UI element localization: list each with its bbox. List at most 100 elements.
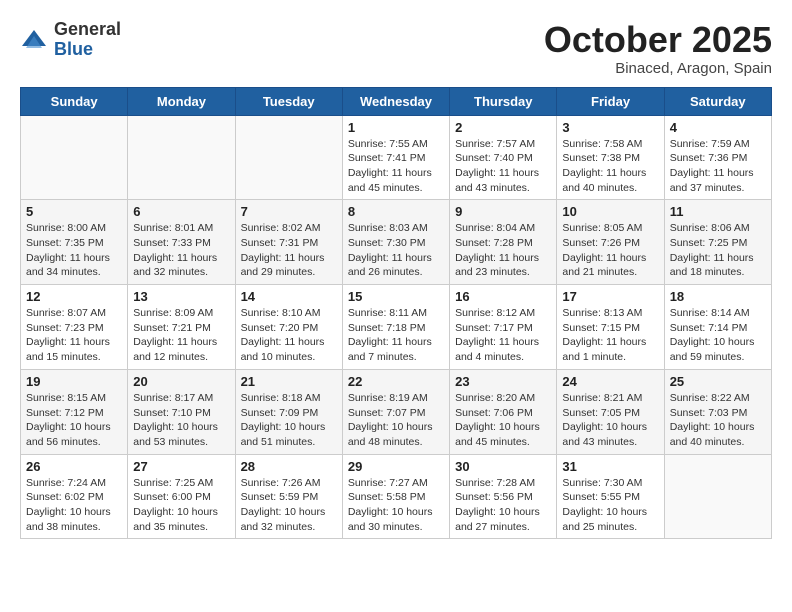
logo: General Blue (20, 20, 121, 60)
calendar-cell: 13Sunrise: 8:09 AM Sunset: 7:21 PM Dayli… (128, 285, 235, 370)
day-number: 14 (241, 289, 337, 304)
page-header: General Blue October 2025 Binaced, Arago… (20, 20, 772, 77)
day-number: 17 (562, 289, 658, 304)
day-info: Sunrise: 7:24 AM Sunset: 6:02 PM Dayligh… (26, 476, 122, 535)
day-number: 22 (348, 374, 444, 389)
calendar-cell: 22 Sunrise: 8:19 AM Sunset: 7:07 PM Dayli… (342, 369, 449, 454)
day-number: 25 (670, 374, 766, 389)
calendar-cell: 14 Sunrise: 8:10 AM Sunset: 7:20 PM Dayli… (235, 285, 342, 370)
day-info: Sunrise: 7:30 AM Sunset: 5:55 PM Dayligh… (562, 476, 658, 535)
calendar-cell: 18Sunrise: 8:14 AM Sunset: 7:14 PM Dayli… (664, 285, 771, 370)
day-number: 21 (241, 374, 337, 389)
weekday-header: Wednesday (342, 87, 449, 115)
calendar-cell: 15 Sunrise: 8:11 AM Sunset: 7:18 PM Dayli… (342, 285, 449, 370)
calendar-cell: 28 Sunrise: 7:26 AM Sunset: 5:59 PM Dayli… (235, 454, 342, 539)
day-number: 10 (562, 204, 658, 219)
day-number: 26 (26, 459, 122, 474)
location: Binaced, Aragon, Spain (544, 60, 772, 77)
month-title: October 2025 (544, 20, 772, 60)
day-number: 20 (133, 374, 229, 389)
weekday-header: Friday (557, 87, 664, 115)
day-info: Sunrise: 7:28 AM Sunset: 5:56 PM Dayligh… (455, 476, 551, 535)
calendar-cell: 9 Sunrise: 8:04 AM Sunset: 7:28 PM Daylig… (450, 200, 557, 285)
day-number: 9 (455, 204, 551, 219)
calendar-cell: 7 Sunrise: 8:02 AM Sunset: 7:31 PM Daylig… (235, 200, 342, 285)
calendar-cell: 2Sunrise: 7:57 AM Sunset: 7:40 PM Daylig… (450, 115, 557, 200)
calendar-cell: 20 Sunrise: 8:17 AM Sunset: 7:10 PM Dayli… (128, 369, 235, 454)
calendar-week-row: 19Sunrise: 8:15 AM Sunset: 7:12 PM Dayli… (21, 369, 772, 454)
day-info: Sunrise: 8:19 AM Sunset: 7:07 PM Dayligh… (348, 391, 444, 450)
calendar-cell: 16Sunrise: 8:12 AM Sunset: 7:17 PM Dayli… (450, 285, 557, 370)
day-info: Sunrise: 8:15 AM Sunset: 7:12 PM Dayligh… (26, 391, 122, 450)
calendar-cell: 10 Sunrise: 8:05 AM Sunset: 7:26 PM Dayli… (557, 200, 664, 285)
calendar-cell: 8 Sunrise: 8:03 AM Sunset: 7:30 PM Daylig… (342, 200, 449, 285)
calendar-cell: 11Sunrise: 8:06 AM Sunset: 7:25 PM Dayli… (664, 200, 771, 285)
calendar-cell: 3Sunrise: 7:58 AM Sunset: 7:38 PM Daylig… (557, 115, 664, 200)
weekday-header: Sunday (21, 87, 128, 115)
day-number: 28 (241, 459, 337, 474)
weekday-header: Monday (128, 87, 235, 115)
calendar-cell: 1Sunrise: 7:55 AM Sunset: 7:41 PM Daylig… (342, 115, 449, 200)
calendar-cell: 23 Sunrise: 8:20 AM Sunset: 7:06 PM Dayli… (450, 369, 557, 454)
day-number: 18 (670, 289, 766, 304)
day-info: Sunrise: 8:05 AM Sunset: 7:26 PM Dayligh… (562, 221, 658, 280)
day-info: Sunrise: 8:00 AM Sunset: 7:35 PM Dayligh… (26, 221, 122, 280)
day-number: 16 (455, 289, 551, 304)
calendar-cell: 19Sunrise: 8:15 AM Sunset: 7:12 PM Dayli… (21, 369, 128, 454)
weekday-header-row: SundayMondayTuesdayWednesdayThursdayFrid… (21, 87, 772, 115)
weekday-header: Tuesday (235, 87, 342, 115)
day-info: Sunrise: 7:25 AM Sunset: 6:00 PM Dayligh… (133, 476, 229, 535)
day-info: Sunrise: 8:03 AM Sunset: 7:30 PM Dayligh… (348, 221, 444, 280)
day-number: 6 (133, 204, 229, 219)
calendar-cell (128, 115, 235, 200)
calendar-cell: 31Sunrise: 7:30 AM Sunset: 5:55 PM Dayli… (557, 454, 664, 539)
calendar-week-row: 12 Sunrise: 8:07 AM Sunset: 7:23 PM Dayli… (21, 285, 772, 370)
day-info: Sunrise: 7:55 AM Sunset: 7:41 PM Dayligh… (348, 137, 444, 196)
calendar-cell: 6 Sunrise: 8:01 AM Sunset: 7:33 PM Daylig… (128, 200, 235, 285)
day-info: Sunrise: 7:26 AM Sunset: 5:59 PM Dayligh… (241, 476, 337, 535)
calendar-cell: 5Sunrise: 8:00 AM Sunset: 7:35 PM Daylig… (21, 200, 128, 285)
day-info: Sunrise: 8:22 AM Sunset: 7:03 PM Dayligh… (670, 391, 766, 450)
day-number: 30 (455, 459, 551, 474)
day-info: Sunrise: 8:17 AM Sunset: 7:10 PM Dayligh… (133, 391, 229, 450)
calendar-cell: 27 Sunrise: 7:25 AM Sunset: 6:00 PM Dayli… (128, 454, 235, 539)
day-number: 8 (348, 204, 444, 219)
day-info: Sunrise: 8:04 AM Sunset: 7:28 PM Dayligh… (455, 221, 551, 280)
day-number: 11 (670, 204, 766, 219)
day-info: Sunrise: 7:27 AM Sunset: 5:58 PM Dayligh… (348, 476, 444, 535)
day-info: Sunrise: 8:10 AM Sunset: 7:20 PM Dayligh… (241, 306, 337, 365)
day-info: Sunrise: 8:18 AM Sunset: 7:09 PM Dayligh… (241, 391, 337, 450)
logo-blue-text: Blue (54, 39, 93, 59)
day-number: 27 (133, 459, 229, 474)
day-info: Sunrise: 8:02 AM Sunset: 7:31 PM Dayligh… (241, 221, 337, 280)
calendar-cell: 21 Sunrise: 8:18 AM Sunset: 7:09 PM Dayli… (235, 369, 342, 454)
day-number: 2 (455, 120, 551, 135)
calendar-week-row: 26 Sunrise: 7:24 AM Sunset: 6:02 PM Dayli… (21, 454, 772, 539)
day-info: Sunrise: 8:07 AM Sunset: 7:23 PM Dayligh… (26, 306, 122, 365)
calendar-cell: 29Sunrise: 7:27 AM Sunset: 5:58 PM Dayli… (342, 454, 449, 539)
calendar-cell: 12 Sunrise: 8:07 AM Sunset: 7:23 PM Dayli… (21, 285, 128, 370)
day-info: Sunrise: 7:59 AM Sunset: 7:36 PM Dayligh… (670, 137, 766, 196)
day-number: 12 (26, 289, 122, 304)
day-info: Sunrise: 8:20 AM Sunset: 7:06 PM Dayligh… (455, 391, 551, 450)
day-info: Sunrise: 8:21 AM Sunset: 7:05 PM Dayligh… (562, 391, 658, 450)
calendar-cell: 25 Sunrise: 8:22 AM Sunset: 7:03 PM Dayli… (664, 369, 771, 454)
day-info: Sunrise: 8:01 AM Sunset: 7:33 PM Dayligh… (133, 221, 229, 280)
day-info: Sunrise: 8:13 AM Sunset: 7:15 PM Dayligh… (562, 306, 658, 365)
calendar-cell: 26 Sunrise: 7:24 AM Sunset: 6:02 PM Dayli… (21, 454, 128, 539)
day-info: Sunrise: 8:11 AM Sunset: 7:18 PM Dayligh… (348, 306, 444, 365)
day-number: 15 (348, 289, 444, 304)
weekday-header: Saturday (664, 87, 771, 115)
logo-general-text: General (54, 19, 121, 39)
calendar-cell: 24Sunrise: 8:21 AM Sunset: 7:05 PM Dayli… (557, 369, 664, 454)
day-number: 23 (455, 374, 551, 389)
day-number: 7 (241, 204, 337, 219)
day-info: Sunrise: 8:09 AM Sunset: 7:21 PM Dayligh… (133, 306, 229, 365)
day-number: 3 (562, 120, 658, 135)
calendar-week-row: 5Sunrise: 8:00 AM Sunset: 7:35 PM Daylig… (21, 200, 772, 285)
calendar-cell: 4 Sunrise: 7:59 AM Sunset: 7:36 PM Daylig… (664, 115, 771, 200)
calendar-week-row: 1Sunrise: 7:55 AM Sunset: 7:41 PM Daylig… (21, 115, 772, 200)
day-number: 4 (670, 120, 766, 135)
calendar-cell: 17 Sunrise: 8:13 AM Sunset: 7:15 PM Dayli… (557, 285, 664, 370)
calendar-cell (21, 115, 128, 200)
